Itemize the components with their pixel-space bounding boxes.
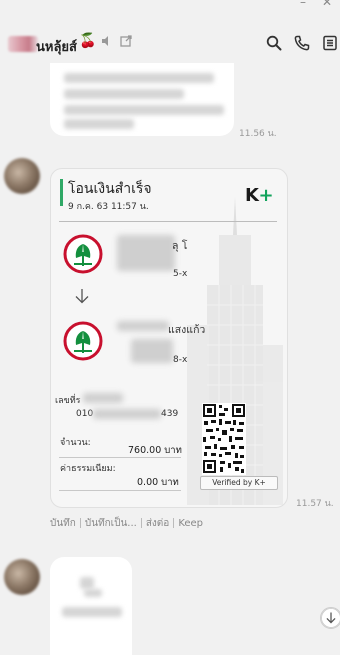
- reference-value-head: 010: [76, 409, 94, 419]
- image-actions-bar: บันทึก บันทึกเป็น... ส่งต่อ Keep: [50, 516, 203, 531]
- kplus-logo-plus: +: [258, 185, 274, 206]
- blurred-text: [64, 105, 224, 115]
- arrow-down-icon: [75, 289, 89, 304]
- keep-action[interactable]: Keep: [178, 518, 203, 529]
- recipient-account-tail: 8-x: [173, 355, 188, 365]
- recipient-name-tail: แสงแก้ว: [168, 324, 206, 336]
- kplus-logo: K+: [245, 185, 274, 206]
- message-time: 11.56 น.: [239, 129, 277, 139]
- fee-value: 0.00 บาท: [137, 477, 179, 488]
- minimize-button[interactable]: –: [300, 0, 306, 8]
- cherry-emoji: 🍒: [79, 33, 97, 49]
- slip-date: 9 ก.ค. 63 11:57 น.: [68, 202, 149, 212]
- chat-name-blur: [8, 36, 38, 52]
- avatar[interactable]: [4, 559, 40, 595]
- title-accent-bar: [60, 179, 63, 206]
- divider: [79, 518, 81, 528]
- mute-icon[interactable]: [100, 34, 114, 48]
- blurred-text: [64, 89, 184, 99]
- menu-icon[interactable]: [322, 35, 338, 51]
- reference-label: เลขที่ร: [55, 396, 81, 406]
- message-bubble-blurred[interactable]: [50, 63, 234, 136]
- reference-value-blurred: [93, 409, 161, 419]
- message-bubble-blurred[interactable]: [50, 557, 132, 655]
- divider: [140, 518, 142, 528]
- save-as-action[interactable]: บันทึกเป็น...: [85, 516, 137, 531]
- blurred-text: [80, 577, 94, 589]
- chat-name[interactable]: นหลุ้ยส์: [36, 36, 77, 57]
- sender-account-tail: 5-x: [173, 269, 188, 279]
- blurred-text: [64, 119, 134, 129]
- slip-title: โอนเงินสำเร็จ: [68, 181, 152, 197]
- popout-icon[interactable]: [119, 34, 133, 48]
- kplus-logo-k: K: [245, 185, 259, 206]
- verified-badge: Verified by K+: [200, 476, 278, 490]
- fee-label: ค่าธรรมเนียม:: [60, 464, 116, 474]
- sender-name-tail: ลุ โ: [172, 240, 188, 252]
- amount-value: 760.00 บาท: [128, 445, 182, 456]
- scroll-down-button[interactable]: [320, 607, 340, 629]
- sender-blurred: [117, 235, 175, 271]
- kbank-logo-icon: [63, 234, 103, 274]
- reference-blurred: [83, 393, 123, 403]
- divider: [59, 490, 181, 491]
- search-icon[interactable]: [266, 35, 282, 51]
- message-time: 11.57 น.: [296, 499, 334, 509]
- divider: [59, 221, 277, 222]
- save-action[interactable]: บันทึก: [50, 516, 76, 531]
- blurred-text: [62, 607, 122, 617]
- recipient-blurred: [117, 321, 169, 331]
- kbank-logo-icon: [63, 321, 103, 361]
- transfer-slip-image[interactable]: โอนเงินสำเร็จ 9 ก.ค. 63 11:57 น. K+ ลุ โ…: [50, 168, 288, 508]
- close-button[interactable]: ✕: [322, 0, 332, 8]
- divider: [173, 518, 175, 528]
- reference-value-tail: 439: [161, 409, 179, 419]
- divider: [59, 457, 181, 458]
- forward-action[interactable]: ส่งต่อ: [146, 516, 170, 531]
- title-bar: – ✕: [0, 0, 340, 10]
- phone-icon[interactable]: [294, 35, 310, 51]
- recipient-account-blurred: [131, 339, 173, 363]
- avatar[interactable]: [4, 158, 40, 194]
- amount-label: จำนวน:: [60, 438, 91, 448]
- qr-code[interactable]: [202, 403, 246, 475]
- blurred-text: [84, 589, 102, 597]
- blurred-text: [64, 73, 214, 83]
